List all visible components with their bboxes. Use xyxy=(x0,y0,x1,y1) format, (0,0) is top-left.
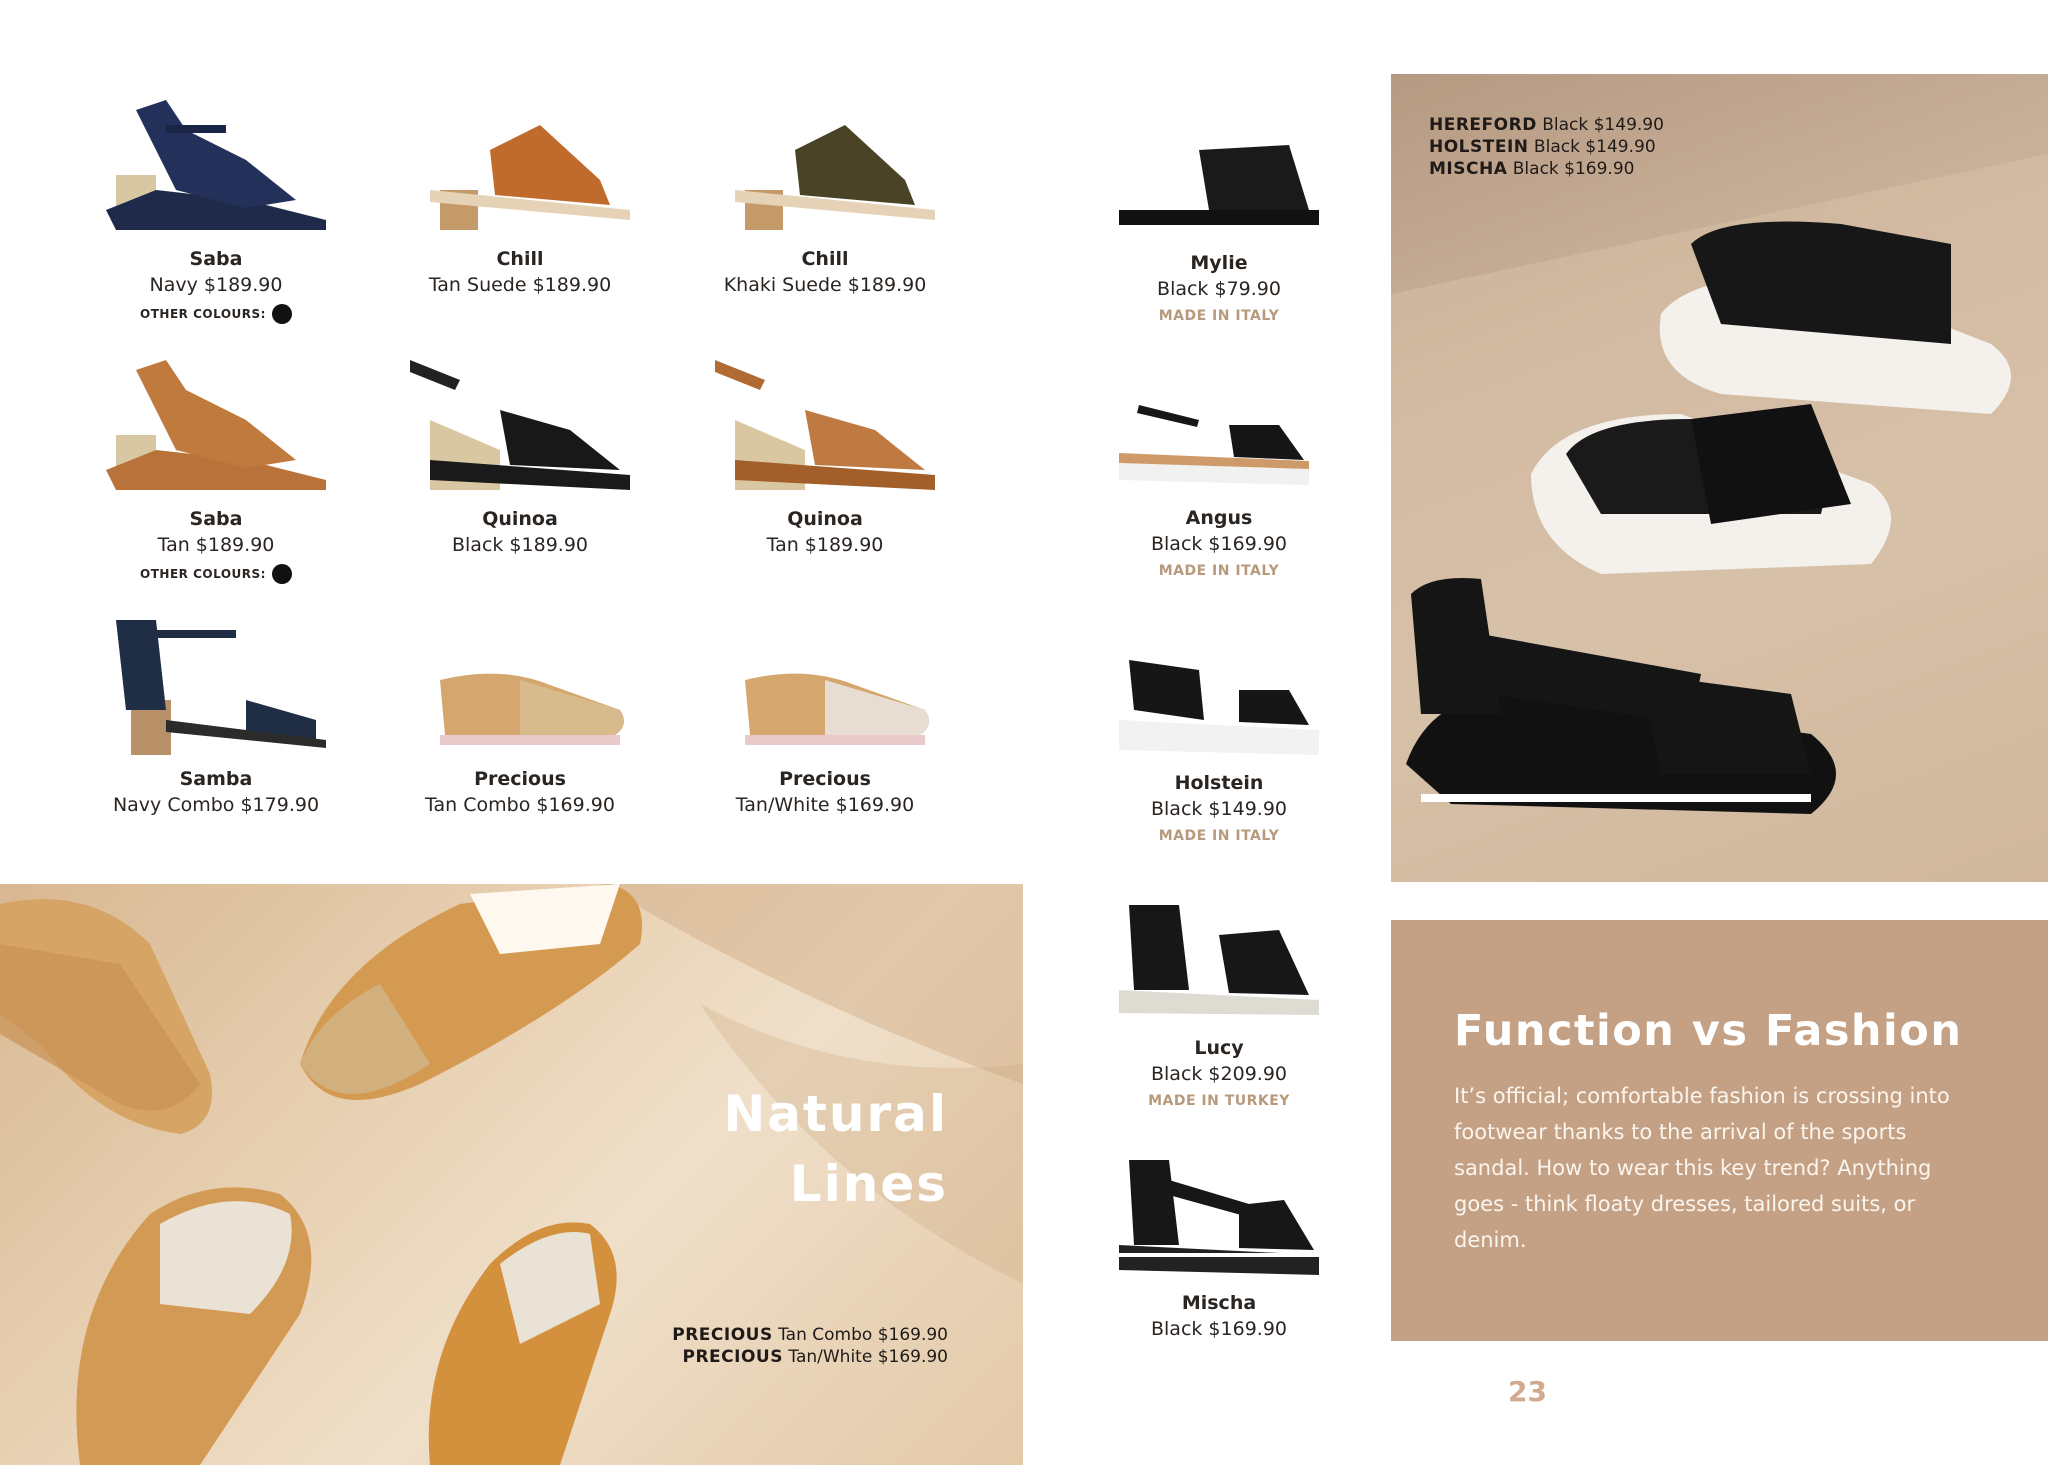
chill-tan-mule-image xyxy=(430,125,630,230)
mischa-sandal-image xyxy=(1119,1160,1319,1275)
other-colours[interactable]: OTHER COLOURS: xyxy=(66,304,366,324)
product-price: Navy $189.90 xyxy=(149,274,283,296)
sports-sandals-photo: HEREFORD Black $149.90 HOLSTEIN Black $1… xyxy=(1391,74,2048,882)
product-name: Precious xyxy=(779,768,871,790)
black-swatch[interactable] xyxy=(271,564,292,584)
made-in-label: MADE IN TURKEY xyxy=(1148,1093,1290,1109)
product-name: Chill xyxy=(496,248,544,270)
product-name: Quinoa xyxy=(787,508,863,530)
other-colours-label: OTHER COLOURS: xyxy=(140,567,266,581)
product-price: Khaki Suede $189.90 xyxy=(723,274,927,296)
product-name: Saba xyxy=(189,508,243,530)
product-lucy[interactable]: Lucy Black $209.90 MADE IN TURKEY xyxy=(1099,895,1339,1109)
natural-lines-line2: Lines xyxy=(789,1155,948,1213)
product-name: Saba xyxy=(189,248,243,270)
product-chill-tan[interactable]: Chill Tan Suede $189.90 xyxy=(370,90,670,298)
product-angus[interactable]: Angus Black $169.90 MADE IN ITALY xyxy=(1099,385,1339,579)
product-holstein[interactable]: Holstein Black $149.90 MADE IN ITALY xyxy=(1099,650,1339,844)
samba-navy-sandal-image xyxy=(116,620,326,755)
product-price: Tan Combo $169.90 xyxy=(425,794,615,816)
caption-style: PRECIOUS xyxy=(682,1347,783,1367)
product-precious-tan-combo[interactable]: Precious Tan Combo $169.90 xyxy=(370,610,670,818)
feature-heading: Function vs Fashion xyxy=(1454,1006,1963,1056)
photo-caption: PRECIOUS Tan Combo $169.90 PRECIOUS Tan/… xyxy=(672,1324,948,1368)
holstein-sport-sandal-image xyxy=(1119,660,1319,755)
product-saba-tan[interactable]: Saba Tan $189.90 OTHER COLOURS: xyxy=(66,350,366,584)
product-name: Precious xyxy=(474,768,566,790)
product-chill-khaki[interactable]: Chill Khaki Suede $189.90 xyxy=(675,90,975,298)
caption-style: PRECIOUS xyxy=(672,1325,773,1345)
angus-sandal-image xyxy=(1119,405,1309,485)
product-name: Lucy xyxy=(1194,1037,1244,1059)
product-price: Black $169.90 xyxy=(1150,1318,1287,1340)
precious-tan-combo-brogue-image xyxy=(440,673,624,745)
saba-navy-sandal-image xyxy=(106,100,326,230)
precious-tan-white-brogue-image xyxy=(745,673,929,745)
quinoa-black-wedge-image xyxy=(410,360,630,490)
other-colours[interactable]: OTHER COLOURS: xyxy=(66,564,366,584)
feature-box: Function vs Fashion It’s official; comfo… xyxy=(1391,920,2048,1341)
quinoa-tan-wedge-image xyxy=(715,360,935,490)
product-quinoa-tan[interactable]: Quinoa Tan $189.90 xyxy=(675,350,975,558)
made-in-label: MADE IN ITALY xyxy=(1158,828,1280,844)
natural-lines-title: Natural Lines xyxy=(723,1079,948,1219)
product-price: Navy Combo $179.90 xyxy=(112,794,320,816)
product-name: Mylie xyxy=(1190,252,1248,274)
product-price: Tan/White $169.90 xyxy=(735,794,915,816)
lucy-sandal-image xyxy=(1119,905,1319,1015)
natural-lines-line1: Natural xyxy=(723,1085,948,1143)
saba-tan-sandal-image xyxy=(106,360,326,490)
product-price: Tan Suede $189.90 xyxy=(428,274,612,296)
product-samba-navy[interactable]: Samba Navy Combo $179.90 xyxy=(66,610,366,818)
product-price: Black $79.90 xyxy=(1157,278,1281,300)
natural-lines-photo: Natural Lines PRECIOUS Tan Combo $169.90… xyxy=(0,884,1023,1465)
product-name: Angus xyxy=(1185,507,1253,529)
caption-price: Tan Combo $169.90 xyxy=(772,1325,948,1345)
product-mischa[interactable]: Mischa Black $169.90 xyxy=(1099,1150,1339,1342)
product-price: Black $189.90 xyxy=(451,534,588,556)
product-name: Chill xyxy=(801,248,849,270)
made-in-label: MADE IN ITALY xyxy=(1158,308,1280,324)
product-name: Quinoa xyxy=(482,508,558,530)
caption-price: Tan/White $169.90 xyxy=(782,1347,948,1367)
product-price: Black $169.90 xyxy=(1150,533,1287,555)
page-number: 23 xyxy=(1508,1375,1547,1408)
other-colours-label: OTHER COLOURS: xyxy=(140,307,266,321)
chill-khaki-mule-image xyxy=(735,125,935,230)
product-name: Samba xyxy=(179,768,253,790)
product-price: Black $209.90 xyxy=(1150,1063,1287,1085)
product-precious-tan-white[interactable]: Precious Tan/White $169.90 xyxy=(675,610,975,818)
made-in-label: MADE IN ITALY xyxy=(1158,563,1280,579)
sandals-illustration xyxy=(1391,154,2048,882)
product-name: Mischa xyxy=(1181,1292,1257,1314)
product-quinoa-black[interactable]: Quinoa Black $189.90 xyxy=(370,350,670,558)
mylie-slide-image xyxy=(1119,145,1319,225)
product-price: Tan $189.90 xyxy=(766,534,884,556)
feature-body: It’s official; comfortable fashion is cr… xyxy=(1454,1084,1950,1252)
product-price: Black $149.90 xyxy=(1150,798,1287,820)
product-name: Holstein xyxy=(1174,772,1264,794)
product-mylie[interactable]: Mylie Black $79.90 MADE IN ITALY xyxy=(1099,130,1339,324)
black-swatch[interactable] xyxy=(271,304,292,324)
product-saba-navy[interactable]: Saba Navy $189.90 OTHER COLOURS: xyxy=(66,90,366,324)
product-price: Tan $189.90 xyxy=(157,534,275,556)
